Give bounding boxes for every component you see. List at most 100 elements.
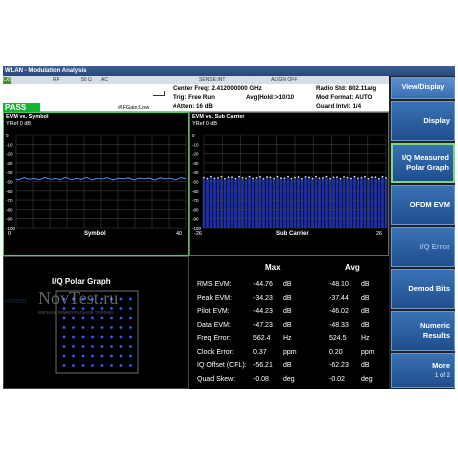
iq-constellation-point: [72, 307, 75, 310]
evm-carrier-y-tick: -90: [192, 217, 199, 222]
iq-constellation-point: [110, 345, 113, 348]
guard-intvl: Guard Intvl: 1/4: [316, 103, 362, 110]
evm-carrier-point: [325, 175, 328, 178]
evm-carrier-point: [318, 177, 321, 180]
iq-constellation-point: [100, 316, 104, 320]
result-avg: -0.02: [329, 375, 345, 383]
result-avg-unit: deg: [361, 375, 373, 383]
window-title: WLAN - Modulation Analysis: [3, 66, 455, 76]
result-max-unit: Hz: [283, 335, 292, 342]
result-max-unit: dB: [283, 294, 292, 302]
iq-error-softkey[interactable]: I/Q Error: [391, 227, 455, 267]
iq-constellation-point: [72, 316, 75, 320]
result-max: -47.23: [253, 321, 273, 329]
more-label: More: [432, 360, 450, 370]
evm-symbol-y-tick: -40: [6, 170, 13, 175]
iq-measured-line1: I/Q Measured: [401, 153, 449, 162]
result-max-unit: dB: [283, 362, 292, 369]
iq-polar-plot: [55, 290, 139, 374]
trigger[interactable]: Trig: Free Run: [173, 94, 215, 101]
iq-constellation-point: [110, 307, 113, 310]
iq-constellation-point: [119, 364, 123, 367]
display-softkey[interactable]: Display: [391, 101, 455, 141]
iq-constellation-point: [110, 297, 113, 301]
evm-symbol-plot: 0-10-20-30-40-50-60-70-80-90-100 0 40 Sy…: [6, 133, 187, 237]
evm-carrier-point: [336, 176, 338, 179]
result-row: Quad Skew: -0.08 deg -0.02 deg: [197, 376, 387, 388]
result-label: RMS EVM:: [197, 281, 232, 288]
iq-constellation-point: [62, 307, 66, 310]
evm-carrier-point: [360, 177, 363, 179]
iq-constellation-point: [81, 364, 85, 367]
evm-carrier-point: [287, 175, 289, 178]
evm-carrier-point: [252, 177, 254, 180]
result-row: Data EVM: -47.23 dB -48.33 dB: [197, 322, 387, 334]
iq-constellation-point: [91, 316, 94, 320]
iq-constellation-point: [91, 335, 94, 339]
evm-carrier-bar: [209, 177, 213, 228]
result-max: 0.37: [253, 348, 267, 356]
evm-carrier-y-tick: -80: [192, 207, 199, 212]
result-max: 562.4: [253, 335, 271, 342]
radio-std: Radio Std: 802.11a/g: [316, 85, 377, 92]
atten[interactable]: #Atten: 16 dB: [173, 103, 213, 110]
evm-carrier-point: [238, 175, 240, 178]
result-avg: 0.20: [329, 348, 343, 356]
evm-carrier-bar: [248, 177, 251, 228]
iq-constellation-point: [110, 335, 113, 339]
iq-measured-polar-softkey[interactable]: I/Q Measured Polar Graph: [391, 143, 455, 183]
evm-carrier-bar: [304, 177, 307, 228]
evm-carrier-bar: [286, 177, 290, 228]
result-avg-unit: dB: [361, 294, 370, 302]
result-max-unit: dB: [283, 321, 292, 329]
evm-carrier-bar: [272, 179, 276, 228]
evm-carrier-point: [269, 176, 272, 179]
numeric-results-softkey[interactable]: Numeric Results: [391, 311, 455, 351]
evm-carrier-point: [357, 177, 359, 180]
evm-carrier-bar: [356, 179, 360, 228]
evm-carrier-bar: [213, 179, 216, 228]
evm-carrier-point: [339, 177, 342, 180]
iq-constellation-point: [129, 345, 132, 348]
if-gain: #IFGain:Low: [118, 105, 150, 111]
evm-carrier-point: [346, 176, 349, 179]
evm-carrier-point: [329, 177, 331, 180]
result-max-unit: dB: [283, 281, 292, 288]
evm-carrier-point: [381, 175, 384, 178]
result-row: RMS EVM: -44.76 dB -48.10 dB: [197, 281, 387, 293]
trigger-chevron-icon: [153, 91, 165, 96]
status-bar: LXI RF 50 Ω AC SENSE:INT ALIGN OFF: [3, 76, 389, 85]
evm-symbol-panel[interactable]: EVM vs. Symbol YRef 0 dB 0 -10 -20 -30 -40 -5…: [3, 112, 189, 256]
result-avg: -62.23: [329, 362, 349, 369]
result-label: Peak EVM:: [197, 294, 233, 302]
evm-carrier-point: [227, 176, 230, 179]
evm-carrier-bar: [241, 178, 244, 228]
numeric-results: Max Avg RMS EVM: -44.76 dB -48.10 dB Peak EVM…: [191, 257, 389, 388]
evm-carrier-panel[interactable]: EVM vs. Sub Carrier YRef 0 dB 0 -10 -20 -30…: [189, 112, 389, 256]
evm-carrier-point: [304, 176, 307, 178]
ofdm-evm-softkey[interactable]: OFDM EVM: [391, 185, 455, 225]
evm-symbol-x-right: 40: [176, 231, 182, 237]
center-freq[interactable]: Center Freq: 2.412000000 GHz: [173, 85, 262, 92]
evm-carrier-bar: [244, 179, 248, 228]
evm-carrier-x-left: -26: [194, 231, 202, 237]
iq-polar-panel[interactable]: I/Q Polar Graph: [3, 256, 189, 389]
evm-carrier-bar: [370, 178, 374, 228]
impedance-status: 50 Ω: [81, 77, 92, 83]
result-avg-unit: dB: [361, 362, 370, 369]
more-softkey[interactable]: More 1 of 2: [391, 353, 455, 388]
result-avg: -46.02: [329, 308, 349, 315]
evm-carrier-plot: 0-10-20-30-40-50-60-70-80-90-100 -26 26 …: [192, 133, 388, 237]
iq-constellation-point: [81, 316, 85, 320]
iq-constellation-point: [91, 307, 94, 310]
iq-constellation-point: [110, 354, 113, 358]
demod-bits-softkey[interactable]: Demod Bits: [391, 269, 455, 309]
result-max: -0.08: [253, 375, 269, 383]
iq-constellation-point: [81, 345, 85, 348]
iq-constellation-point: [91, 326, 94, 329]
evm-carrier-point: [294, 176, 296, 179]
result-label: IQ Offset (CFL):: [197, 362, 247, 369]
evm-carrier-point: [311, 177, 314, 180]
evm-carrier-point: [308, 176, 310, 179]
iq-constellation-point: [119, 326, 123, 329]
